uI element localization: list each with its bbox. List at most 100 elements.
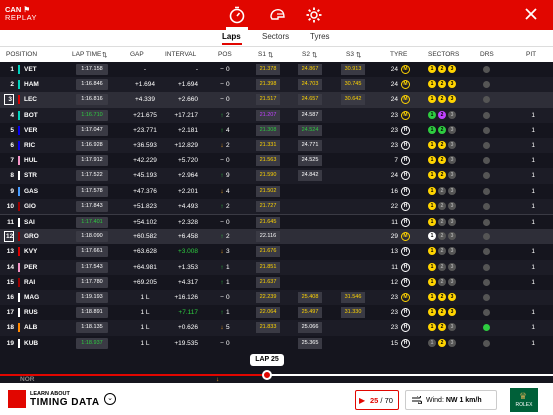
- driver-code[interactable]: VET: [24, 66, 37, 73]
- col-position[interactable]: POSITION: [6, 51, 37, 58]
- tyre-compound-icon: H: [401, 171, 410, 181]
- position-number: 19: [6, 339, 14, 347]
- table-row[interactable]: 19 KUB 1:18.937 1 L +19.535−0 25.365 15 H 1 2 3 1: [0, 336, 553, 351]
- table-row[interactable]: 17 RUS 1:18.891 1 L +7.117 ↑ 1 22.064 25.497 31.3…: [0, 305, 553, 320]
- table-row[interactable]: 18 ALB 1:18.135 1 L +0.626 ↓ 5 21.833 25.066 23 H 1…: [0, 320, 553, 336]
- sector-indicators: 123: [428, 156, 458, 165]
- app-logo[interactable]: CAN ⚑ REPLAY: [5, 6, 37, 22]
- col-gap[interactable]: GAP: [130, 51, 144, 58]
- driver-code[interactable]: LEC: [24, 96, 37, 103]
- sector-1-time: 21.378: [256, 64, 280, 75]
- sector-dot: 3: [448, 201, 456, 210]
- col-drs[interactable]: DRS: [480, 51, 494, 58]
- sector-2-time: 24.771: [298, 140, 322, 151]
- table-row[interactable]: 8 STR 1:17.522 +45.193 +2.964 ↑ 9 21.590 24.842 2…: [0, 168, 553, 184]
- driver-code[interactable]: RUS: [24, 309, 38, 316]
- lap-time: 1:17.047: [76, 124, 108, 136]
- play-icon[interactable]: ▶: [359, 396, 365, 405]
- table-row[interactable]: 15 RAI 1:17.780 +69.205 +4.317 ↑ 1 21.637 12 H 1 2 3…: [0, 275, 553, 290]
- wind-icon: [412, 396, 422, 404]
- sector-dot: 1: [428, 293, 436, 301]
- table-row[interactable]: 9 GAS 1:17.578 +47.376 +2.201 ↓ 4 21.502 16 H 1 2 3 1: [0, 184, 553, 199]
- table-row[interactable]: 6 RIC 1:16.928 +36.593 +12.829 ↓ 2 21.331 24.771…: [0, 138, 553, 154]
- table-row[interactable]: 2 HAM 1:16.846 +1.694 +1.694 −0 21.398 24.703 30…: [0, 77, 553, 93]
- dash-icon: −: [220, 339, 224, 347]
- table-row[interactable]: 4 BOT 1:16.710 +21.675 +17.217 ↑ 2 21.207 24.587…: [0, 107, 553, 123]
- tab-sectors[interactable]: Sectors: [262, 32, 289, 41]
- interval-value: +6.458: [177, 233, 198, 241]
- tyre-compound-icon: M: [401, 110, 410, 120]
- table-row[interactable]: 11 SAI 1:17.401 +54.102 +2.328−0 21.645 11 H 1 2 3…: [0, 214, 553, 229]
- tab-tyres[interactable]: Tyres: [310, 32, 330, 41]
- driver-code[interactable]: GIO: [24, 203, 36, 210]
- s3-expand-icon[interactable]: ⇅: [356, 51, 361, 59]
- wind-readout: Wind: NW 1 km/h: [426, 397, 482, 404]
- tab-laps[interactable]: Laps: [222, 32, 241, 41]
- driver-code[interactable]: STR: [24, 172, 37, 179]
- tyre-age: 15: [390, 339, 398, 347]
- s2-expand-icon[interactable]: ⇅: [312, 51, 317, 59]
- s1-expand-icon[interactable]: ⇅: [268, 51, 273, 59]
- table-row[interactable]: 3 LEC 1:16.816 +4.339 +2.660 −0 21.517 24.657 30…: [0, 92, 553, 108]
- table-row[interactable]: 5 VER 1:17.047 +23.771 +2.181 ↑ 4 21.308 24.524 2…: [0, 123, 553, 138]
- arrow-down-icon: ↓: [220, 324, 224, 332]
- table-row[interactable]: 1 VET 1:17.158- - −0 21.378 24.867 30.913 24 M 1 2 3: [0, 62, 553, 77]
- col-tyre[interactable]: TYRE: [390, 51, 407, 58]
- gap-value: -: [143, 66, 147, 73]
- timer-icon[interactable]: [228, 6, 246, 24]
- chevron-down-icon[interactable]: ⌄: [104, 393, 116, 405]
- driver-code[interactable]: MAG: [24, 294, 39, 301]
- lap-time: 1:19.193: [76, 292, 108, 303]
- driver-code[interactable]: SAI: [24, 219, 35, 226]
- helmet-icon[interactable]: [268, 6, 286, 24]
- lap-slider-handle[interactable]: [262, 370, 272, 380]
- settings-gear-icon[interactable]: [305, 6, 323, 24]
- driver-code[interactable]: PER: [24, 264, 37, 271]
- driver-code[interactable]: GRO: [24, 233, 39, 240]
- team-color-bar: [18, 65, 20, 74]
- driver-code[interactable]: HAM: [24, 81, 39, 88]
- driver-code[interactable]: GAS: [24, 188, 38, 195]
- driver-code[interactable]: KVY: [24, 248, 37, 255]
- driver-code[interactable]: RAI: [24, 279, 35, 286]
- col-s3[interactable]: S3: [346, 51, 354, 58]
- position-change: 1: [226, 263, 230, 271]
- col-s1[interactable]: S1: [258, 51, 266, 58]
- tyre-age: 24: [390, 66, 398, 73]
- pit-count: 1: [531, 248, 535, 256]
- sector-indicators: 123: [428, 308, 458, 317]
- tyre-compound-icon: H: [401, 323, 410, 333]
- table-row[interactable]: 13 KVY 1:17.661 +63.628 +3.008 ↓ 3 21.676 13 H 1 2 3…: [0, 244, 553, 259]
- col-lap-time[interactable]: LAP TIME: [72, 51, 101, 58]
- table-row[interactable]: 7 HUL 1:17.912 +42.229 +5.720 −0 21.563 24.525 7…: [0, 153, 553, 168]
- table-row[interactable]: 16 MAG 1:19.193 1 L +16.126 −0 22.239 25.408 31.…: [0, 290, 553, 306]
- sector-indicators: 123: [428, 80, 458, 89]
- driver-code[interactable]: RIC: [24, 142, 35, 149]
- sector-indicators: 123: [428, 338, 458, 347]
- arrow-down-icon: ↓: [220, 187, 224, 195]
- position-number: 12: [4, 231, 14, 243]
- col-pit[interactable]: PIT: [526, 51, 536, 58]
- col-s2[interactable]: S2: [302, 51, 310, 58]
- table-row[interactable]: 12 GRO 1:18.090 +60.582 +6.458 ↑ 2 22.116 29 M 1 2 3: [0, 229, 553, 245]
- sector-dot: 1: [428, 201, 436, 210]
- timing-data-link[interactable]: TIMING DATA: [30, 397, 100, 408]
- sector-dot: 2: [438, 156, 446, 165]
- table-row[interactable]: 10 GIO 1:17.843 +51.823 +4.493 ↑ 2 21.727 22 H 1 2 3…: [0, 198, 553, 214]
- driver-code[interactable]: ALB: [24, 324, 37, 331]
- close-icon[interactable]: [523, 6, 539, 22]
- col-sectors[interactable]: SECTORS: [428, 51, 459, 58]
- tab-active-underline: [222, 43, 242, 45]
- col-pos[interactable]: POS: [218, 51, 232, 58]
- driver-code[interactable]: BOT: [24, 112, 38, 119]
- driver-code[interactable]: VER: [24, 127, 37, 134]
- driver-code[interactable]: HUL: [24, 157, 37, 164]
- sector-2-time: 24.587: [298, 109, 322, 121]
- driver-code[interactable]: KUB: [24, 340, 38, 347]
- drs-indicator: [483, 324, 490, 332]
- lap-slider-progress: [0, 374, 267, 376]
- table-row[interactable]: 14 PER 1:17.543 +64.981 +1.353 ↑ 1 21.851 11 H 1 2 3…: [0, 259, 553, 275]
- lap-time: 1:17.543: [76, 261, 108, 273]
- sector-dot: 1: [428, 65, 436, 73]
- col-interval[interactable]: INTERVAL: [165, 51, 196, 58]
